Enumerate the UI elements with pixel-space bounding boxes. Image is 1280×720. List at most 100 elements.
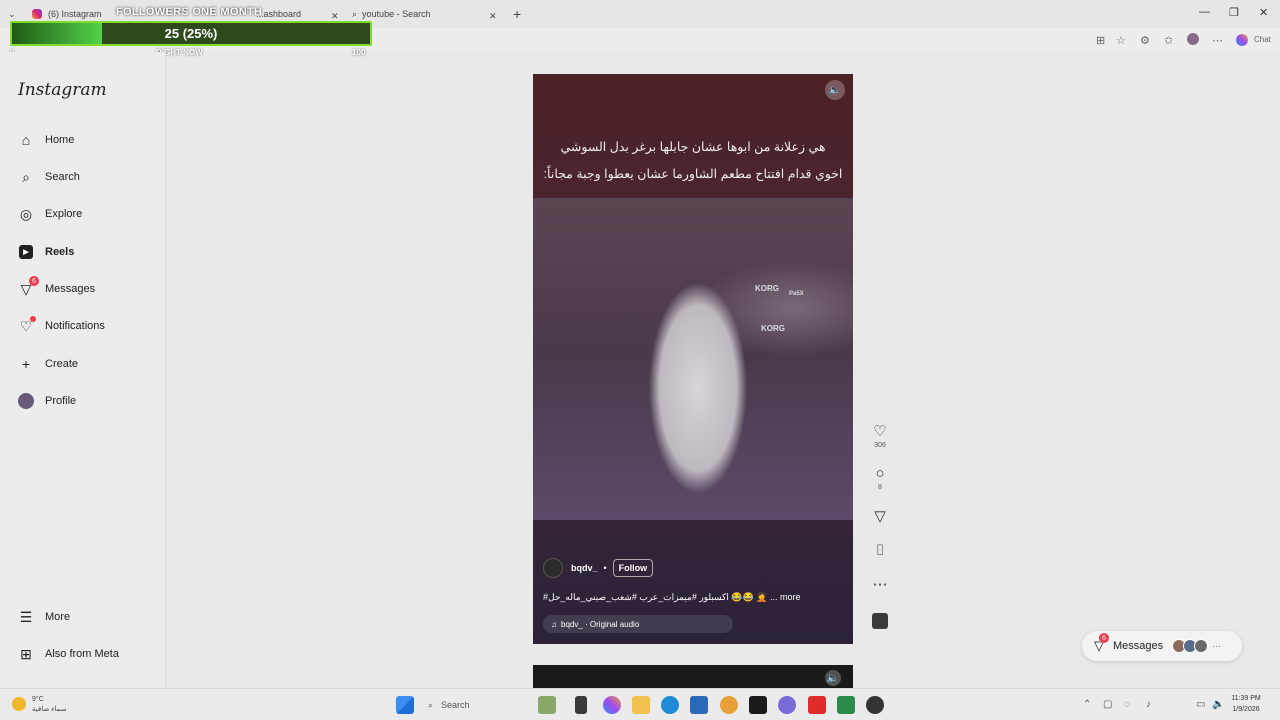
more-icon[interactable]: ⋯	[1212, 34, 1223, 47]
microphone-icon[interactable]: ♪	[1146, 699, 1151, 710]
sidebar-item-reels[interactable]: ▶ Reels	[18, 244, 74, 260]
followers-overlay-title: FOLLOWERS ONE MONTH	[116, 6, 263, 18]
chrome-icon[interactable]	[720, 696, 738, 714]
comment-action[interactable]: ○ 8	[868, 466, 892, 492]
tab-label: ...ashboard	[256, 9, 302, 19]
volume-icon[interactable]: 🔈	[825, 670, 841, 686]
file-explorer-icon[interactable]	[632, 696, 650, 714]
favorites-icon[interactable]: ✩	[1164, 34, 1173, 47]
instagram-tab-icon	[32, 9, 42, 19]
save-action[interactable]: ⌷	[868, 543, 892, 559]
clock-date: 1/9/2026	[1232, 706, 1260, 713]
favorite-icon[interactable]: ☆	[1116, 34, 1126, 47]
close-tab-icon[interactable]: ✕	[489, 6, 497, 26]
followers-progress-value: 25 (25%)	[164, 26, 218, 41]
sidebar-item-home[interactable]: ⌂ Home	[18, 132, 75, 148]
author-username[interactable]: bqdv_	[571, 563, 598, 573]
chat-label[interactable]: Chat	[1254, 35, 1271, 44]
share-action[interactable]: ▽	[868, 509, 892, 525]
discord-icon[interactable]	[778, 696, 796, 714]
bookmark-icon[interactable]: ⌷	[868, 543, 892, 559]
separator-dot: •	[603, 563, 607, 573]
reel-video-frame[interactable]: KORG Pa5X KORG	[533, 198, 853, 520]
messages-label: Messages	[1113, 640, 1164, 652]
like-action[interactable]: ♡ 306	[868, 424, 892, 450]
reel-description[interactable]: #اكسبلور #ميمزات_عرب #شعب_صيني_ماله_حل 😂…	[543, 592, 843, 603]
next-reel-preview[interactable]: 🔈	[533, 665, 853, 688]
sidebar-item-explore[interactable]: ◎ Explore	[18, 206, 82, 222]
author-avatar[interactable]	[543, 558, 563, 578]
widgets-icon[interactable]	[538, 696, 556, 714]
reel-player[interactable]: 🔈 هي زعلانة من ابوها عشان جابلها برغر بد…	[533, 74, 853, 644]
messages-badge: 6	[29, 276, 39, 286]
reel-audio-link[interactable]: ♫ bqdv_ · Original audio	[543, 615, 733, 633]
kick-icon[interactable]	[749, 696, 767, 714]
sidebar-item-more[interactable]: ☰ More	[18, 609, 70, 625]
sidebar-item-label: Home	[45, 134, 75, 146]
sidebar-item-label: Explore	[45, 208, 83, 220]
sidebar-item-notifications[interactable]: ♡ Notifications	[18, 316, 105, 334]
sidebar-item-search[interactable]: ⌕ Search	[18, 169, 80, 185]
sidebar-item-profile[interactable]: Profile	[18, 393, 76, 409]
tray-app-icon[interactable]: ▢	[1103, 699, 1112, 710]
sidebar-item-messages[interactable]: ▽ 6 Messages	[18, 276, 95, 297]
sidebar-item-label: Also from Meta	[45, 648, 119, 660]
extension-icon[interactable]: ⚙	[1140, 34, 1150, 47]
messenger-icon: ▽ 6	[18, 276, 39, 297]
edge-icon[interactable]	[661, 696, 679, 714]
weather-widget[interactable]: 9°C سماء صافية	[12, 695, 67, 715]
more-icon: ···	[1212, 641, 1222, 651]
comment-count: 8	[878, 484, 882, 491]
volume-icon[interactable]: 🔈	[1212, 699, 1224, 710]
caption-line: اخوي قدام افتتاح مطعم الشاورما عشان يعطو…	[543, 167, 843, 181]
messenger-icon: ▽ 6	[1094, 633, 1109, 654]
store-icon[interactable]	[690, 696, 708, 714]
app-available-icon[interactable]: ⊞	[1096, 34, 1105, 47]
keyboard-model-text: Pa5X	[789, 291, 804, 297]
tray-app-icon[interactable]: ◌	[1124, 699, 1130, 710]
keyboard-brand-text: KORG	[761, 324, 785, 333]
search-icon: ⌕	[22, 168, 30, 185]
start-icon[interactable]	[396, 696, 414, 714]
tab-label: youtube - Search	[362, 9, 431, 19]
share-icon[interactable]: ▽	[868, 509, 892, 525]
volume-icon[interactable]: 🔈	[825, 80, 845, 100]
sidebar-item-label: Reels	[45, 246, 75, 258]
taskbar-clock[interactable]: 11:39 PM 1/9/2026	[1228, 693, 1264, 715]
plus-icon: +	[21, 356, 31, 372]
taskbar-search-label: Search	[441, 700, 470, 710]
follow-button[interactable]: Follow	[612, 559, 654, 577]
search-icon: ⌕	[428, 699, 434, 710]
file-icon[interactable]	[575, 696, 587, 714]
sidebar-item-create[interactable]: + Create	[18, 356, 78, 372]
messages-floating-button[interactable]: ▽ 6 Messages ···	[1082, 631, 1242, 661]
copilot-icon[interactable]	[1236, 34, 1248, 46]
compass-icon: ◎	[19, 205, 33, 222]
messages-badge: 6	[1099, 633, 1109, 643]
restore-icon[interactable]: ❐	[1229, 6, 1239, 19]
taskbar-search[interactable]: ⌕ Search	[420, 696, 530, 714]
avatar	[1194, 639, 1209, 653]
more-options-action[interactable]: ⋯	[868, 577, 892, 593]
reel-overlay-caption: هي زعلانة من ابوها عشان جابلها برغر بدل …	[533, 134, 853, 188]
app-icon[interactable]	[837, 696, 855, 714]
profile-avatar[interactable]	[1187, 33, 1199, 45]
instagram-logo[interactable]: Instagram	[18, 80, 107, 100]
copilot-icon[interactable]	[603, 696, 621, 714]
more-icon[interactable]: ⋯	[868, 577, 892, 593]
clock-time: 11:39 PM	[1231, 695, 1261, 702]
comment-icon[interactable]: ○	[868, 466, 892, 482]
heart-icon[interactable]: ♡	[868, 424, 892, 440]
close-window-icon[interactable]: ✕	[1259, 6, 1268, 19]
tray-chevron-icon[interactable]: ⌃	[1083, 699, 1091, 710]
youtube-icon[interactable]	[808, 696, 826, 714]
avatar	[18, 393, 34, 409]
minimize-icon[interactable]: —	[1199, 6, 1210, 18]
audio-thumbnail[interactable]	[872, 613, 888, 629]
caption-line: هي زعلانة من ابوها عشان جابلها برغر بدل …	[560, 140, 826, 154]
app-icon[interactable]	[866, 696, 884, 714]
weather-sun-icon	[12, 697, 26, 711]
display-icon[interactable]: ▭	[1196, 699, 1205, 710]
new-tab-button[interactable]: +	[513, 4, 521, 24]
sidebar-item-also-from-meta[interactable]: ⊞ Also from Meta	[18, 646, 119, 662]
